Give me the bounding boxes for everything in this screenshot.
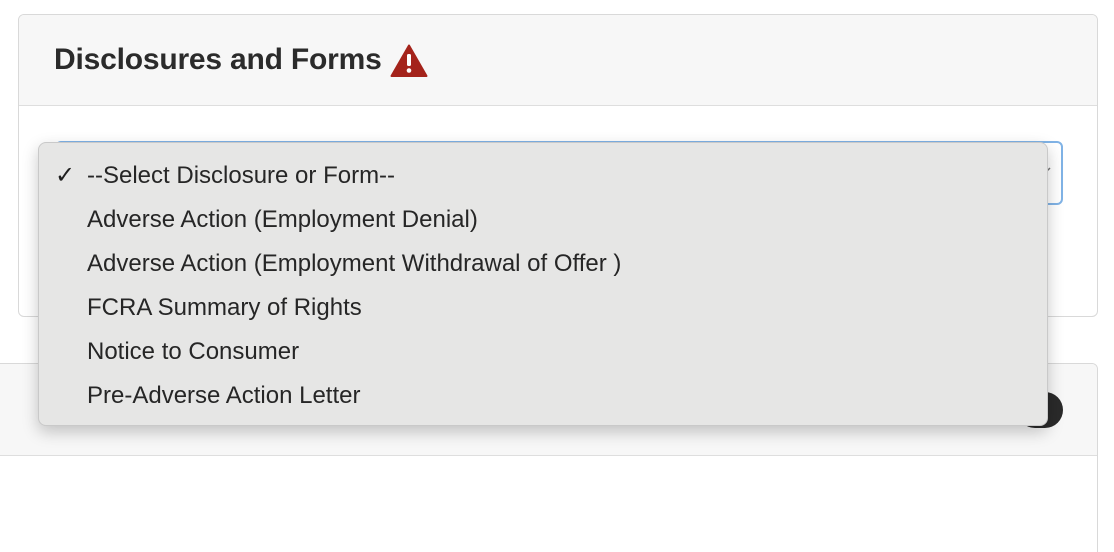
option-label: Adverse Action (Employment Withdrawal of… [87, 250, 622, 277]
option-label: Adverse Action (Employment Denial) [87, 206, 478, 233]
option-label: Pre-Adverse Action Letter [87, 382, 361, 409]
option-label: --Select Disclosure or Form-- [87, 162, 396, 189]
dropdown-option-fcra-summary[interactable]: FCRA Summary of Rights [39, 286, 1047, 330]
dropdown-option-adverse-action-denial[interactable]: Adverse Action (Employment Denial) [39, 198, 1047, 242]
disclosure-dropdown-menu: ✓ --Select Disclosure or Form-- Adverse … [38, 142, 1048, 426]
dropdown-option-pre-adverse-action[interactable]: Pre-Adverse Action Letter [39, 374, 1047, 418]
checkmark-icon: ✓ [55, 162, 76, 189]
dropdown-option-adverse-action-withdrawal[interactable]: Adverse Action (Employment Withdrawal of… [39, 242, 1047, 286]
dropdown-option-notice-to-consumer[interactable]: Notice to Consumer [39, 330, 1047, 374]
dropdown-option-select-placeholder[interactable]: ✓ --Select Disclosure or Form-- [39, 154, 1047, 198]
option-label: Notice to Consumer [87, 338, 300, 365]
page: Disclosures and Forms ✓ --Select Disclos… [0, 0, 1114, 552]
option-label: FCRA Summary of Rights [87, 294, 362, 321]
warning-triangle-icon [390, 44, 428, 78]
card-title: Disclosures and Forms [54, 43, 382, 76]
card-header: Disclosures and Forms [19, 15, 1097, 106]
